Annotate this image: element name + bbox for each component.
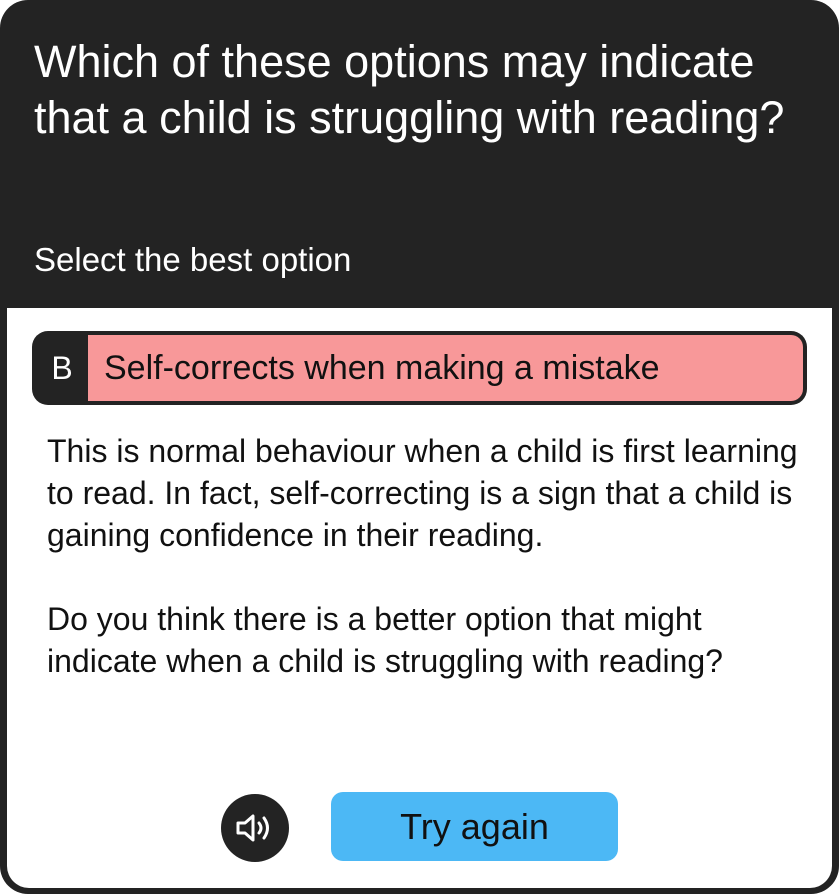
answer-text: Self-corrects when making a mistake: [88, 335, 803, 401]
quiz-card: Which of these options may indicate that…: [0, 0, 839, 894]
try-again-button[interactable]: Try again: [331, 792, 618, 861]
question-instruction: Select the best option: [34, 241, 352, 278]
selected-answer: B Self-corrects when making a mistake: [32, 331, 807, 405]
feedback-panel: B Self-corrects when making a mistake Th…: [7, 308, 832, 888]
question-title: Which of these options may indicate that…: [34, 36, 785, 143]
audio-button[interactable]: [221, 794, 289, 862]
question-header: Which of these options may indicate that…: [0, 0, 839, 308]
speaker-icon: [236, 814, 269, 842]
feedback-paragraph-1: This is normal behaviour when a child is…: [47, 433, 798, 553]
feedback-text: This is normal behaviour when a child is…: [47, 430, 807, 682]
feedback-paragraph-2: Do you think there is a better option th…: [47, 601, 723, 679]
answer-letter: B: [51, 349, 73, 386]
